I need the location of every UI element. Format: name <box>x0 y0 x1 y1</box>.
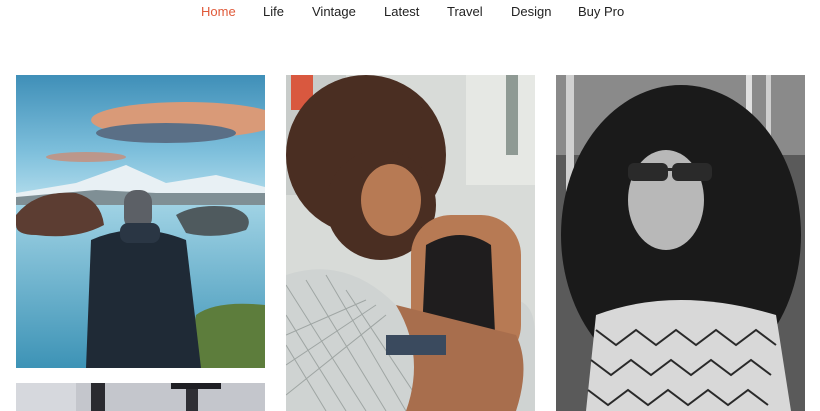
mountain-lake-image <box>16 75 265 368</box>
nav-travel-link[interactable]: Travel <box>447 4 483 20</box>
photo-card-woman-wire-chair[interactable] <box>286 75 535 411</box>
nav-latest-link[interactable]: Latest <box>384 4 419 20</box>
nav-design-link[interactable]: Design <box>511 4 551 20</box>
nav-buy-pro-link[interactable]: Buy Pro <box>578 4 624 20</box>
nav-life-link[interactable]: Life <box>263 4 284 20</box>
bw-portrait-image <box>556 75 805 411</box>
nav-home-link[interactable]: Home <box>201 4 236 20</box>
nav-vintage-link[interactable]: Vintage <box>312 4 356 20</box>
partial-photo-image <box>16 383 265 411</box>
photo-card-mountain-lake[interactable] <box>16 75 265 368</box>
woman-wire-chair-image <box>286 75 535 411</box>
top-navigation: Home Life Vintage Latest Travel Design B… <box>0 0 820 26</box>
photo-card-partial[interactable] <box>16 383 265 411</box>
photo-card-bw-portrait[interactable] <box>556 75 805 411</box>
